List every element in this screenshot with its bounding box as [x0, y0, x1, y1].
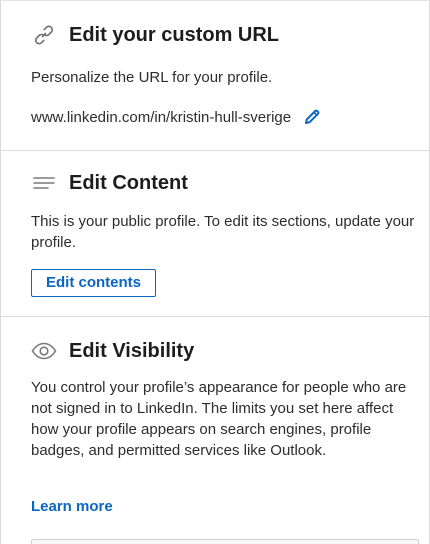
- custom-url-section: Edit your custom URL Personalize the URL…: [1, 1, 429, 151]
- custom-url-description: Personalize the URL for your profile.: [31, 69, 273, 86]
- custom-url-heading: Edit your custom URL: [31, 23, 279, 47]
- edit-visibility-section: Edit Visibility You control your profile…: [1, 317, 429, 544]
- edit-contents-button[interactable]: Edit contents: [31, 269, 157, 297]
- visibility-settings-box: [31, 539, 419, 544]
- edit-visibility-title: Edit Visibility: [69, 339, 195, 362]
- edit-content-heading: Edit Content: [31, 171, 188, 195]
- edit-visibility-description: You control your profile’s appearance fo…: [31, 379, 407, 459]
- profile-url-text: www.linkedin.com/in/kristin-hull-sverige: [31, 108, 292, 126]
- edit-content-description: This is your public profile. To edit its…: [31, 213, 415, 251]
- public-profile-settings-panel: Edit your custom URL Personalize the URL…: [0, 0, 430, 544]
- eye-icon: [31, 339, 57, 363]
- custom-url-row: www.linkedin.com/in/kristin-hull-sverige: [31, 108, 321, 126]
- edit-visibility-heading: Edit Visibility: [31, 339, 194, 363]
- edit-content-title: Edit Content: [69, 171, 188, 194]
- learn-more-link[interactable]: Learn more: [31, 498, 113, 515]
- edit-content-section: Edit Content This is your public profile…: [1, 151, 429, 317]
- pencil-icon[interactable]: [303, 108, 321, 126]
- link-icon: [31, 23, 57, 47]
- custom-url-title: Edit your custom URL: [69, 23, 280, 46]
- lines-icon: [31, 171, 57, 195]
